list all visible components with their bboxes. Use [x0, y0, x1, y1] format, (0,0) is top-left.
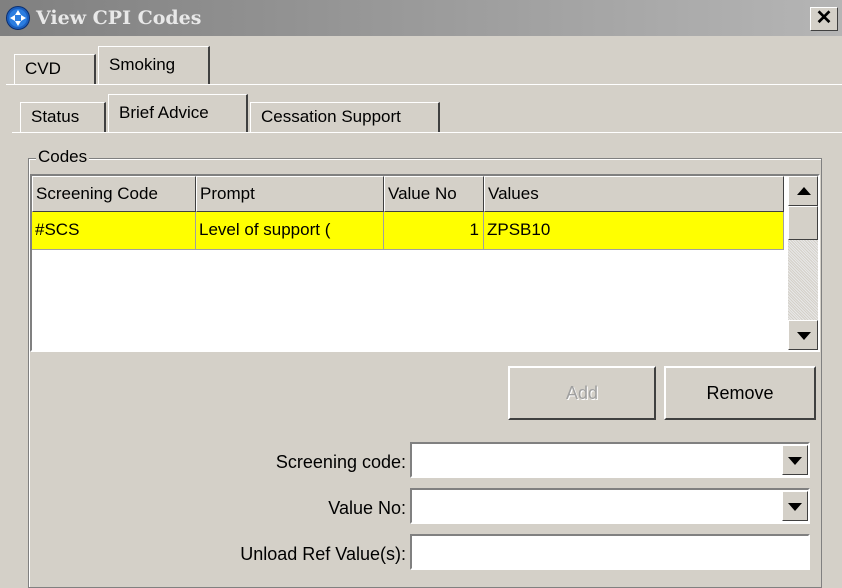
value-no-label: Value No:	[328, 498, 406, 518]
scroll-down-button[interactable]	[788, 320, 818, 350]
close-icon: ✕	[815, 7, 833, 29]
tab-label: Cessation Support	[261, 107, 401, 126]
arrow-up-icon	[797, 187, 811, 195]
remove-button[interactable]: Remove	[664, 366, 816, 420]
column-header-values[interactable]: Values	[484, 176, 784, 212]
app-icon	[6, 6, 30, 30]
dropdown-button[interactable]	[782, 445, 808, 475]
value-no-dropdown[interactable]	[410, 488, 810, 524]
window-title: View CPI Codes	[36, 7, 202, 29]
close-button[interactable]: ✕	[810, 7, 838, 31]
tab-cessation-support[interactable]: Cessation Support	[250, 102, 440, 132]
add-button[interactable]: Add	[508, 366, 656, 420]
unload-ref-label: Unload Ref Value(s):	[240, 544, 406, 564]
screening-code-dropdown[interactable]	[410, 442, 810, 478]
cell-value-no: 1	[384, 212, 484, 250]
cell-prompt: Level of support (	[196, 212, 384, 250]
vertical-scrollbar[interactable]	[788, 176, 818, 350]
tab-brief-advice[interactable]: Brief Advice	[108, 94, 248, 132]
column-header-value-no[interactable]: Value No	[384, 176, 484, 212]
tab-label: Brief Advice	[119, 103, 209, 122]
codes-group-label: Codes	[36, 147, 90, 167]
cell-values: ZPSB10	[484, 212, 784, 250]
codes-grid[interactable]: Screening Code Prompt Value No Values #S…	[30, 174, 820, 352]
screening-code-label: Screening code:	[275, 452, 406, 472]
tab-panel-border	[6, 84, 842, 85]
dropdown-button[interactable]	[782, 491, 808, 521]
tab-cvd[interactable]: CVD	[14, 54, 96, 84]
tab-label: CVD	[25, 59, 61, 78]
scroll-thumb[interactable]	[788, 206, 818, 240]
subtab-panel-border	[12, 132, 842, 133]
scroll-up-button[interactable]	[788, 176, 818, 206]
tab-smoking[interactable]: Smoking	[98, 46, 210, 84]
chevron-down-icon	[788, 503, 802, 511]
arrow-down-icon	[797, 332, 811, 340]
tab-label: Smoking	[109, 55, 176, 74]
tab-status[interactable]: Status	[20, 102, 106, 132]
title-bar: View CPI Codes ✕	[0, 0, 842, 36]
tab-label: Status	[31, 107, 80, 126]
column-header-prompt[interactable]: Prompt	[196, 176, 384, 212]
chevron-down-icon	[788, 457, 802, 465]
unload-ref-input[interactable]	[410, 534, 810, 570]
cell-screening-code: #SCS	[32, 212, 196, 250]
table-row[interactable]: #SCS Level of support ( 1 ZPSB10	[32, 212, 784, 250]
column-header-screening-code[interactable]: Screening Code	[32, 176, 196, 212]
